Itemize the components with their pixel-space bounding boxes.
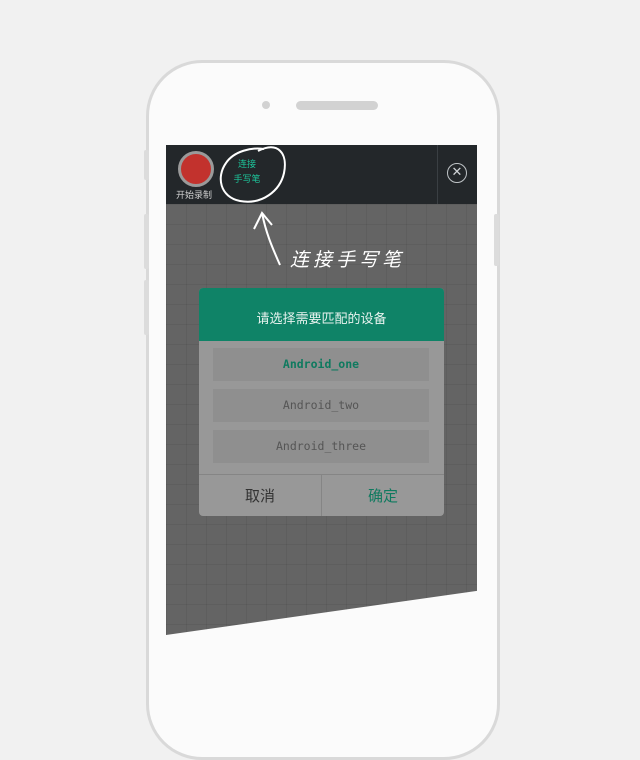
annotation-text: 连接手写笔	[290, 249, 406, 271]
device-option[interactable]: Android_one	[213, 348, 429, 381]
toolbar-divider	[437, 145, 438, 204]
phone-side-button-mid	[144, 214, 149, 269]
cancel-button[interactable]: 取消	[199, 475, 322, 516]
device-select-dialog: 请选择需要匹配的设备 Android_one Android_two Andro…	[199, 288, 444, 516]
phone-side-button-top	[144, 150, 149, 180]
phone-side-button-low	[144, 280, 149, 335]
record-button[interactable]	[178, 151, 214, 187]
close-icon[interactable]: ✕	[447, 163, 467, 183]
earpiece-speaker	[296, 101, 378, 110]
record-label: 开始录制	[176, 191, 213, 201]
device-option[interactable]: Android_three	[213, 430, 429, 463]
confirm-button[interactable]: 确定	[322, 475, 444, 516]
phone-power-button	[494, 214, 499, 266]
dialog-footer: 取消 确定	[199, 474, 444, 516]
dialog-title: 请选择需要匹配的设备	[199, 288, 444, 341]
device-option[interactable]: Android_two	[213, 389, 429, 422]
front-camera	[262, 101, 270, 109]
